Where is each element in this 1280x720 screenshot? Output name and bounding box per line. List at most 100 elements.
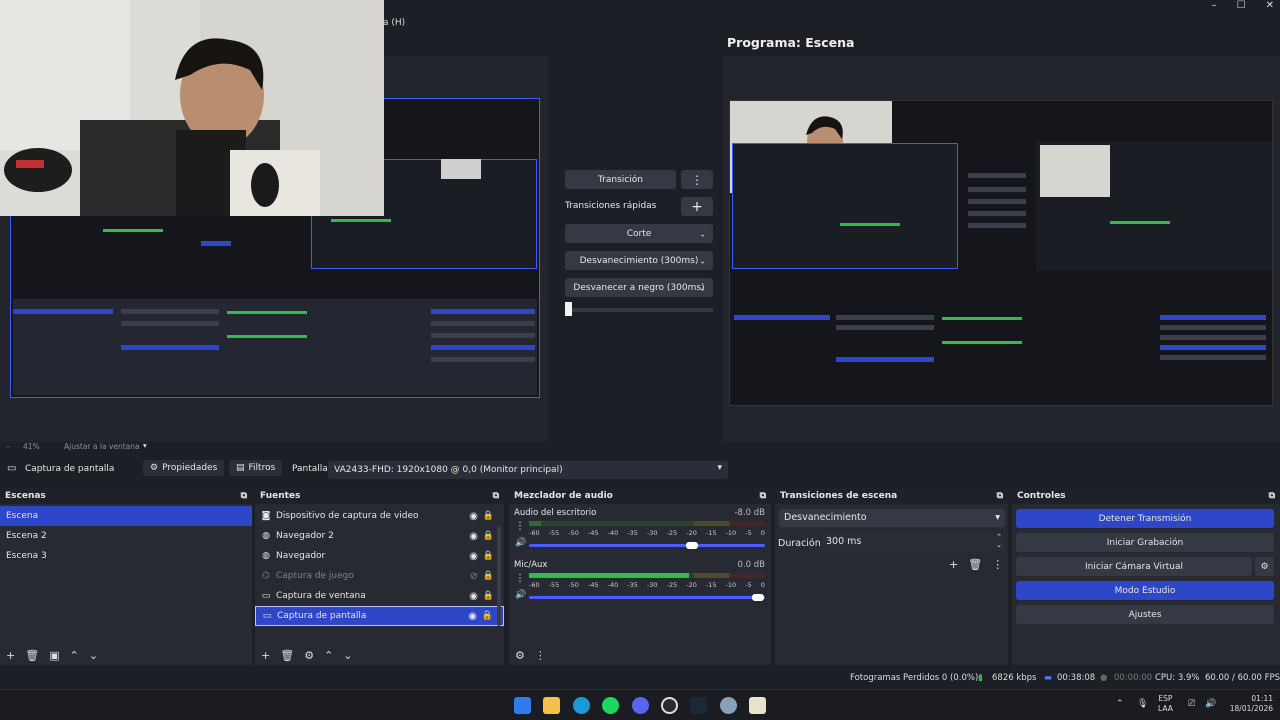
add-icon[interactable]: + (949, 558, 958, 571)
virtual-camera-button[interactable]: Iniciar Cámara Virtual (1016, 557, 1252, 576)
gear-icon: ⚙ (150, 463, 159, 473)
scene-item[interactable]: Escena (0, 506, 252, 526)
add-icon[interactable]: + (6, 649, 15, 662)
lock-icon[interactable]: 🔒 (483, 571, 494, 581)
transition-select[interactable]: Desvanecimiento ▾ (779, 509, 1005, 527)
source-item[interactable]: ◍ Navegador ◉ 🔒 (255, 546, 504, 566)
lock-icon[interactable]: 🔒 (483, 531, 494, 541)
meter-tick-label: -45 (587, 529, 599, 537)
clock-date: 18/01/2026 (1229, 704, 1273, 713)
chevron-down-icon[interactable]: ▾ (143, 441, 147, 450)
transition-slider[interactable] (565, 308, 713, 312)
eye-icon[interactable]: ◉ (469, 531, 478, 542)
close-button[interactable]: ✕ (1266, 0, 1274, 11)
transition-menu-button[interactable]: ⋮ (681, 170, 713, 189)
menu-item-help[interactable]: a (H) (383, 18, 405, 28)
language-indicator[interactable]: ESP LAA (1158, 694, 1173, 714)
scene-item[interactable]: Escena 3 (0, 546, 252, 566)
screen-select[interactable]: VA2433-FHD: 1920x1080 @ 0,0 (Monitor pri… (328, 461, 728, 479)
speaker-icon[interactable]: 🔊 (515, 538, 526, 548)
chevron-up-icon[interactable]: ⌃ (1116, 699, 1124, 709)
transition-button[interactable]: Transición (565, 170, 676, 189)
volume-knob[interactable] (686, 542, 698, 549)
webcam-feed (0, 0, 384, 216)
volume-icon[interactable]: 🔊 (1205, 699, 1216, 709)
source-item[interactable]: ▭ Captura de ventana ◉ 🔒 (255, 586, 504, 606)
quick-transition-label: Corte (626, 228, 652, 239)
filter-icon[interactable]: ▣ (49, 649, 59, 662)
status-bar: Fotogramas Perdidos 0 (0.0%) ▮ 6826 kbps… (0, 668, 1280, 688)
network-icon[interactable]: ⎚ (1188, 699, 1195, 709)
menu-dots-icon[interactable]: ⋮ (992, 558, 1003, 571)
volume-slider[interactable] (529, 594, 765, 601)
filters-button[interactable]: ▤ Filtros (229, 460, 283, 476)
lock-icon[interactable]: 🔒 (482, 611, 493, 621)
menu-dots-icon[interactable]: ⋮ (535, 649, 546, 662)
lock-icon[interactable]: 🔒 (483, 551, 494, 561)
clock[interactable]: 01:11 18/01/2026 (1225, 694, 1273, 714)
trash-icon[interactable]: 🗑 (968, 558, 982, 571)
volume-slider[interactable] (529, 542, 765, 549)
transition-slider-handle[interactable] (565, 302, 572, 316)
windows-start-icon[interactable] (514, 697, 531, 714)
gear-icon[interactable]: ⚙ (304, 649, 314, 662)
settings-app-icon[interactable] (720, 697, 737, 714)
settings-button[interactable]: Ajustes (1016, 605, 1274, 624)
discord-icon[interactable] (632, 697, 649, 714)
add-quick-transition-button[interactable]: + (681, 197, 713, 216)
quick-transition-fade-black[interactable]: Desvanecer a negro (300ms) ⌄ (565, 278, 713, 297)
channel-menu-icon[interactable]: ⋮ (515, 521, 525, 532)
source-item[interactable]: ◍ Navegador 2 ◉ 🔒 (255, 526, 504, 546)
stream-time: 00:38:08 (1057, 673, 1096, 683)
spinner-icon[interactable]: ⌃ ⌄ (996, 533, 1002, 549)
edge-icon[interactable] (573, 697, 590, 714)
stop-stream-button[interactable]: Detener Transmisión (1016, 509, 1274, 528)
quick-transition-fade[interactable]: Desvanecimiento (300ms) ⌄ (565, 251, 713, 270)
trash-icon[interactable]: 🗑 (280, 649, 294, 662)
source-item[interactable]: ▭ Captura de pantalla ◉ 🔒 (255, 606, 504, 626)
arrow-up-icon[interactable]: ⌃ (70, 649, 79, 662)
file-explorer-icon[interactable] (543, 697, 560, 714)
virtual-camera-settings-icon[interactable]: ⚙ (1255, 557, 1274, 576)
zoom-fit-select[interactable]: Ajustar a la ventana (64, 442, 140, 451)
channel-menu-icon[interactable]: ⋮ (515, 573, 525, 584)
editor-icon[interactable] (749, 697, 766, 714)
properties-button[interactable]: ⚙ Propiedades (143, 460, 225, 476)
undock-icon[interactable]: ⧉ (493, 491, 499, 501)
minimize-button[interactable]: – (1212, 0, 1217, 11)
start-recording-button[interactable]: Iniciar Grabación (1016, 533, 1274, 552)
undock-icon[interactable]: ⧉ (1269, 491, 1275, 501)
duration-input[interactable]: 300 ms ⌃ ⌄ (822, 533, 1005, 551)
speaker-icon[interactable]: 🔊 (515, 590, 526, 600)
eye-icon[interactable]: ◉ (468, 611, 477, 622)
maximize-button[interactable]: ☐ (1237, 0, 1246, 11)
volume-knob[interactable] (752, 594, 764, 601)
arrow-up-icon[interactable]: ⌃ (324, 649, 333, 662)
source-item[interactable]: ⌬ Captura de juego ⊘ 🔒 (255, 566, 504, 586)
scene-item[interactable]: Escena 2 (0, 526, 252, 546)
quick-transition-cut[interactable]: Corte ⌄ (565, 224, 713, 243)
eye-icon[interactable]: ◉ (469, 511, 478, 522)
undock-icon[interactable]: ⧉ (997, 491, 1003, 501)
lock-icon[interactable]: 🔒 (483, 511, 494, 521)
eye-icon[interactable]: ◉ (469, 591, 478, 602)
obs-icon[interactable] (661, 697, 678, 714)
sources-scrollbar[interactable] (497, 526, 501, 626)
add-icon[interactable]: + (261, 649, 270, 662)
spotify-icon[interactable] (602, 697, 619, 714)
studio-mode-button[interactable]: Modo Estudio (1016, 581, 1274, 600)
source-item[interactable]: ◙ Dispositivo de captura de video ◉ 🔒 (255, 506, 504, 526)
undock-icon[interactable]: ⧉ (241, 491, 247, 501)
eye-hidden-icon[interactable]: ⊘ (470, 571, 478, 582)
window-icon: ▭ (261, 591, 271, 601)
mixer-gear-icon[interactable]: ⚙ (515, 649, 525, 662)
trash-icon[interactable]: 🗑 (25, 649, 39, 662)
undock-icon[interactable]: ⧉ (760, 491, 766, 501)
arrow-down-icon[interactable]: ⌄ (343, 649, 352, 662)
monitor-icon: ▭ (262, 611, 272, 621)
eye-icon[interactable]: ◉ (469, 551, 478, 562)
lock-icon[interactable]: 🔒 (483, 591, 494, 601)
steam-icon[interactable] (690, 697, 707, 714)
arrow-down-icon[interactable]: ⌄ (89, 649, 98, 662)
microphone-icon[interactable]: 🎙 (1137, 699, 1148, 709)
